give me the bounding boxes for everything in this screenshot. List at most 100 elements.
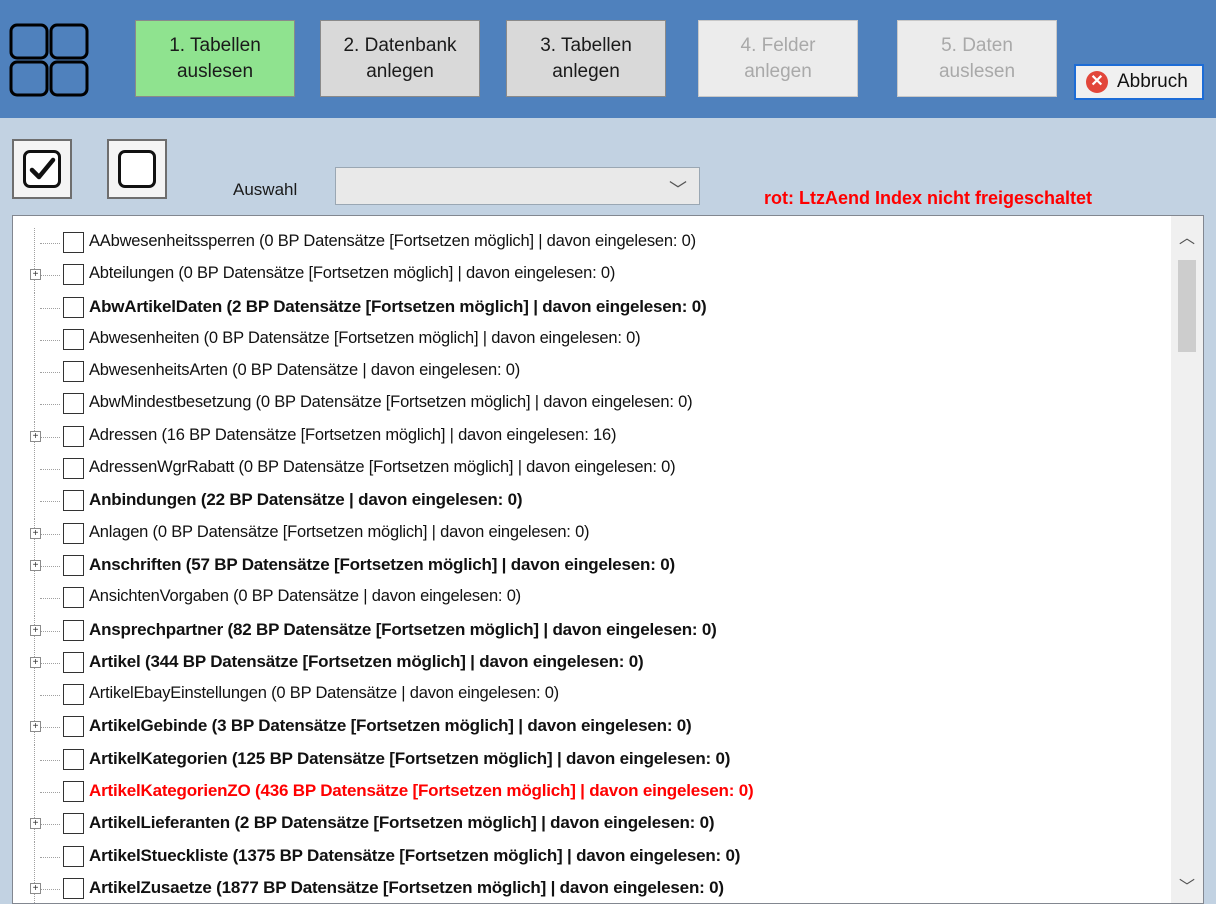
tree-node[interactable]: + Ansprechpartner (82 BP Datensätze [Fort… (13, 615, 1171, 649)
tree-node-checkbox[interactable] (63, 522, 84, 544)
scroll-down-arrow-icon[interactable]: ﹀ (1171, 873, 1203, 903)
step-4-felder-anlegen-button[interactable]: 4. Felder anlegen (698, 20, 858, 97)
scroll-thumb[interactable] (1178, 260, 1196, 352)
select-none-button[interactable] (107, 139, 167, 199)
tree-line (34, 486, 35, 520)
auswahl-dropdown[interactable]: ﹀ (335, 167, 700, 205)
tree-node-checkbox[interactable] (63, 619, 84, 641)
tree-connector (40, 792, 60, 794)
tree-node[interactable]: Abwesenheiten (0 BP Datensätze [Fortsetz… (13, 324, 1171, 358)
tree-connector (40, 339, 60, 341)
tree-node[interactable]: + Abteilungen (0 BP Datensätze [Fortsetze… (13, 260, 1171, 294)
wizard-toolbar: 1. Tabellen auslesen 2. Datenbank anlege… (0, 0, 1216, 118)
tree-node-checkbox[interactable] (63, 877, 84, 899)
tree-node-label: Ansprechpartner (82 BP Datensätze [Forts… (89, 619, 717, 639)
expand-plus-icon[interactable]: + (30, 818, 41, 830)
tree-node-label: Adressen (16 BP Datensätze [Fortsetzen m… (89, 425, 617, 444)
tree-connector (40, 501, 60, 503)
tree-node[interactable]: AnsichtenVorgaben (0 BP Datensätze | dav… (13, 583, 1171, 617)
tree-node-label: AbwArtikelDaten (2 BP Datensätze [Fortse… (89, 296, 707, 316)
tree-node-checkbox[interactable] (63, 296, 84, 318)
tree-rows: AAbwesenheitssperren (0 BP Datensätze [F… (13, 228, 1171, 903)
step-5-daten-auslesen-button[interactable]: 5. Daten auslesen (897, 20, 1057, 97)
tree-node-checkbox[interactable] (63, 587, 84, 609)
tree-connector (40, 404, 60, 406)
vertical-scrollbar[interactable]: ︿ ﹀ (1171, 216, 1203, 903)
step-4-line2: anlegen (744, 60, 812, 82)
tree-node-checkbox[interactable] (63, 716, 84, 738)
tree-node[interactable]: + Artikel (344 BP Datensätze [Fortsetzen … (13, 647, 1171, 681)
tree-node[interactable]: AAbwesenheitssperren (0 BP Datensätze [F… (13, 228, 1171, 261)
tree-connector (40, 888, 60, 890)
tree-connector (40, 759, 60, 761)
tree-node-checkbox[interactable] (63, 845, 84, 867)
step-4-line1: 4. Felder (740, 34, 816, 56)
tree-node-checkbox[interactable] (63, 425, 84, 447)
expand-plus-icon[interactable]: + (30, 559, 41, 571)
scroll-up-arrow-icon[interactable]: ︿ (1171, 224, 1203, 254)
tree-node-checkbox[interactable] (63, 458, 84, 480)
tree-line (34, 324, 35, 358)
tree-node[interactable]: ArtikelKategorienZO (436 BP Datensätze [… (13, 777, 1171, 811)
tree-node[interactable]: AbwArtikelDaten (2 BP Datensätze [Fortse… (13, 292, 1171, 326)
tree-node[interactable]: AbwMindestbesetzung (0 BP Datensätze [Fo… (13, 389, 1171, 423)
tree-node-checkbox[interactable] (63, 554, 84, 576)
step-3-tabellen-anlegen-button[interactable]: 3. Tabellen anlegen (506, 20, 666, 97)
tree-connector (40, 533, 60, 535)
tree-node[interactable]: + Anschriften (57 BP Datensätze [Fortsetz… (13, 550, 1171, 584)
tree-node-checkbox[interactable] (63, 781, 84, 803)
tree-node[interactable]: + ArtikelZusaetze (1877 BP Datensätze [Fo… (13, 873, 1171, 903)
tree-node[interactable]: + Anlagen (0 BP Datensätze [Fortsetzen mö… (13, 518, 1171, 552)
tree-node-label: ArtikelGebinde (3 BP Datensätze [Fortset… (89, 716, 692, 736)
tree-node-label: Anlagen (0 BP Datensätze [Fortsetzen mög… (89, 522, 590, 541)
tree-node[interactable]: AdressenWgrRabatt (0 BP Datensätze [Fort… (13, 454, 1171, 488)
table-tree-view[interactable]: AAbwesenheitssperren (0 BP Datensätze [F… (12, 215, 1204, 904)
tree-node-checkbox[interactable] (63, 232, 84, 253)
tree-node-checkbox[interactable] (63, 651, 84, 673)
tree-node-checkbox[interactable] (63, 490, 84, 512)
tree-line (34, 841, 35, 875)
tree-node[interactable]: ArtikelKategorien (125 BP Datensätze [Fo… (13, 744, 1171, 778)
step-1-tabellen-auslesen-button[interactable]: 1. Tabellen auslesen (135, 20, 295, 97)
tree-line (34, 292, 35, 326)
step-3-line1: 3. Tabellen (540, 34, 632, 56)
tree-node[interactable]: ArtikelEbayEinstellungen (0 BP Datensätz… (13, 680, 1171, 714)
step-2-line2: anlegen (366, 60, 434, 82)
expand-plus-icon[interactable]: + (30, 430, 41, 442)
tree-node-checkbox[interactable] (63, 684, 84, 706)
expand-plus-icon[interactable]: + (30, 624, 41, 636)
tree-node[interactable]: + Adressen (16 BP Datensätze [Fortsetzen … (13, 421, 1171, 455)
tree-node-label: ArtikelKategorien (125 BP Datensätze [Fo… (89, 748, 731, 768)
tree-node[interactable]: AbwesenheitsArten (0 BP Datensätze | dav… (13, 357, 1171, 391)
step-5-line1: 5. Daten (941, 34, 1013, 56)
expand-plus-icon[interactable]: + (30, 269, 41, 281)
tree-line (34, 454, 35, 488)
tree-connector (40, 598, 60, 600)
expand-plus-icon[interactable]: + (30, 721, 41, 733)
tree-node[interactable]: + ArtikelLieferanten (2 BP Datensätze [Fo… (13, 809, 1171, 843)
tree-node[interactable]: Anbindungen (22 BP Datensätze | davon ei… (13, 486, 1171, 520)
abbruch-button[interactable]: ✕ Abbruch (1074, 64, 1204, 100)
tree-node-checkbox[interactable] (63, 813, 84, 835)
tree-connector (40, 662, 60, 664)
tree-node-checkbox[interactable] (63, 748, 84, 770)
tree-node-label: AdressenWgrRabatt (0 BP Datensätze [Fort… (89, 458, 676, 477)
tree-connector (40, 565, 60, 567)
tree-node-checkbox[interactable] (63, 264, 84, 286)
step-2-datenbank-anlegen-button[interactable]: 2. Datenbank anlegen (320, 20, 480, 97)
tree-node-checkbox[interactable] (63, 393, 84, 415)
expand-plus-icon[interactable]: + (30, 882, 41, 894)
step-2-line1: 2. Datenbank (343, 34, 457, 56)
tree-node-checkbox[interactable] (63, 361, 84, 383)
tree-connector (40, 469, 60, 471)
tree-node-checkbox[interactable] (63, 328, 84, 350)
tree-node[interactable]: ArtikelStueckliste (1375 BP Datensätze [… (13, 841, 1171, 875)
select-all-button[interactable] (12, 139, 72, 199)
expand-plus-icon[interactable]: + (30, 527, 41, 539)
tree-connector (40, 856, 60, 858)
tree-node[interactable]: + ArtikelGebinde (3 BP Datensätze [Fortse… (13, 712, 1171, 746)
expand-plus-icon[interactable]: + (30, 656, 41, 668)
tree-node-label: AbwesenheitsArten (0 BP Datensätze | dav… (89, 361, 521, 380)
tree-line (34, 389, 35, 423)
abbruch-label: Abbruch (1117, 71, 1188, 92)
